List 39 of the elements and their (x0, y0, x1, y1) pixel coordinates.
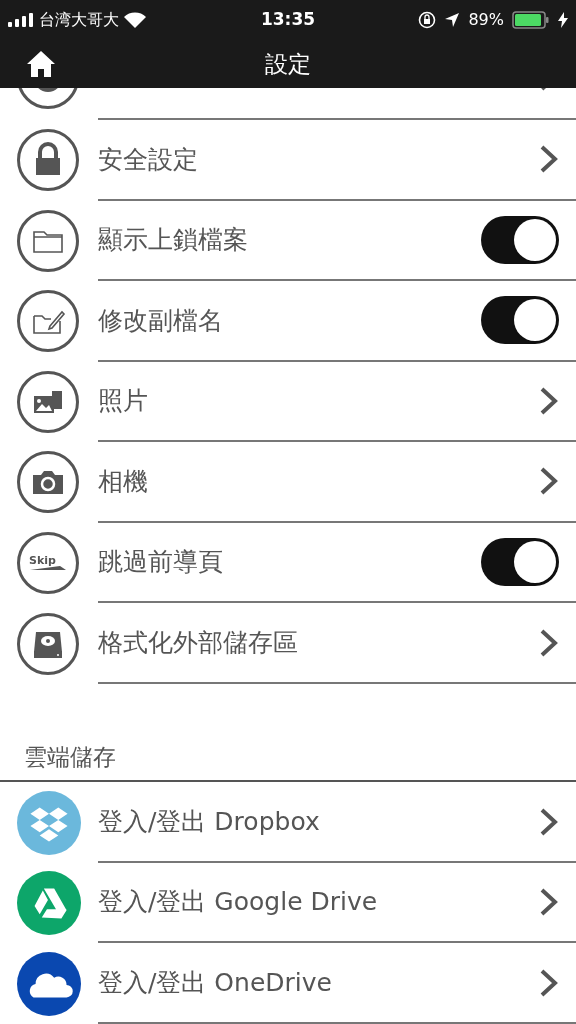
battery-percent: 89% (468, 9, 504, 31)
cloud-login-label: 登入/登出 OneDrive (98, 966, 332, 999)
chevron-right-icon (539, 385, 559, 416)
home-icon (26, 50, 56, 78)
chevron-right-icon (539, 887, 559, 918)
setting-label: 顯示上鎖檔案 (98, 224, 248, 257)
cloud-login-label: 登入/登出 Google Drive (98, 886, 378, 919)
folder-icon (17, 209, 79, 272)
location-arrow-icon (444, 12, 461, 28)
skip-icon: Skip (17, 532, 79, 594)
toggle-switch[interactable] (481, 296, 559, 345)
hard-drive-icon (17, 612, 79, 675)
folder-pencil-icon (17, 290, 79, 353)
page-title: 設定 (265, 49, 311, 79)
cloud-login-label: 登入/登出 Dropbox (98, 805, 320, 838)
carrier-name: 台湾大哥大 (39, 9, 119, 31)
chevron-right-icon (539, 967, 559, 998)
toggle-switch[interactable] (481, 538, 559, 586)
wifi-icon (124, 12, 146, 28)
charging-bolt-icon (558, 12, 568, 28)
setting-label: 格式化外部儲存區 (98, 626, 298, 659)
setting-label: 跳過前導頁 (98, 546, 223, 579)
setting-label: 安全設定 (98, 143, 198, 176)
section-header: 雲端儲存 (24, 743, 116, 770)
chevron-right-icon (539, 627, 559, 658)
chevron-right-icon (539, 144, 559, 175)
photos-icon (17, 370, 79, 433)
chevron-right-icon (539, 466, 559, 497)
setting-label: 相機 (98, 465, 148, 498)
setting-label: 照片 (98, 385, 148, 418)
clock-time: 13:35 (260, 8, 316, 32)
setting-label: 修改副檔名 (98, 304, 223, 337)
chevron-right-icon (539, 806, 559, 837)
rotation-lock-icon (418, 11, 437, 29)
battery-icon (512, 11, 550, 29)
lock-icon (17, 129, 79, 192)
toggle-switch[interactable] (481, 215, 559, 264)
camera-icon (17, 451, 79, 514)
signal-icon (8, 13, 34, 27)
